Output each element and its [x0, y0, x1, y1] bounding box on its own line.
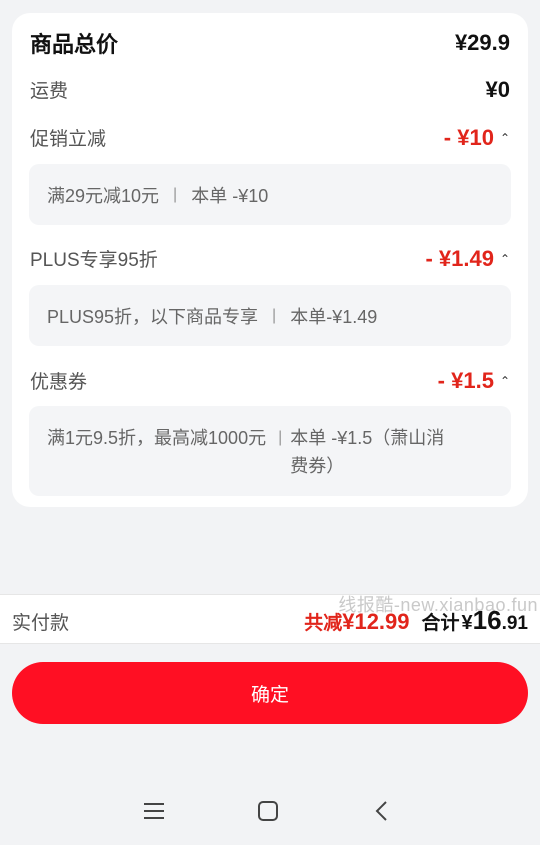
- coupon-detail: 满1元9.5折，最高减1000元 | 本单 -¥1.5（萧山消费券）: [29, 406, 511, 496]
- coupon-value[interactable]: - ¥1.5 ⌃: [438, 368, 510, 394]
- divider: |: [278, 429, 283, 446]
- coupon-label: 优惠券: [30, 372, 88, 393]
- back-icon[interactable]: [366, 798, 396, 824]
- shipping-label: 运费: [30, 81, 69, 102]
- plus-value[interactable]: - ¥1.49 ⌃: [425, 246, 510, 272]
- saved-amount: ¥12.99: [342, 609, 410, 634]
- coupon-row[interactable]: 优惠券 - ¥1.5 ⌃: [30, 367, 510, 394]
- home-icon[interactable]: [253, 798, 283, 824]
- confirm-button[interactable]: 确定: [12, 662, 528, 724]
- promo-amount: - ¥10: [443, 124, 494, 150]
- coupon-detail-saving: 本单 -¥1.5（萧山消费券）: [290, 428, 445, 476]
- chevron-up-icon[interactable]: ⌃: [500, 252, 510, 266]
- promo-label: 促销立减: [30, 129, 107, 150]
- menu-icon[interactable]: [139, 798, 169, 824]
- sum-currency: ¥: [461, 612, 473, 634]
- shipping-row: 运费 ¥0: [30, 76, 510, 103]
- promo-row[interactable]: 促销立减 - ¥10 ⌃: [30, 124, 510, 151]
- plus-detail-saving: 本单-¥1.49: [290, 306, 378, 327]
- promo-detail-saving: 本单 -¥10: [191, 185, 269, 206]
- promo-value[interactable]: - ¥10 ⌃: [444, 125, 510, 151]
- coupon-amount: - ¥1.5: [437, 367, 494, 393]
- divider: |: [272, 306, 277, 324]
- plus-detail: PLUS95折，以下商品专享 | 本单-¥1.49: [29, 285, 511, 346]
- divider: |: [173, 185, 178, 203]
- system-nav-bar: [0, 780, 540, 840]
- plus-label: PLUS专享95折: [30, 250, 158, 271]
- promo-detail: 满29元减10元 | 本单 -¥10: [29, 164, 511, 225]
- payment-label: 实付款: [12, 613, 70, 634]
- sum-label: 合计: [421, 613, 460, 634]
- chevron-up-icon[interactable]: ⌃: [500, 374, 510, 388]
- payment-totals: 共减 ¥12.99 合计 ¥ 16 .91: [304, 605, 528, 636]
- plus-row[interactable]: PLUS专享95折 - ¥1.49 ⌃: [30, 245, 510, 272]
- coupon-detail-rule: 满1元9.5折，最高减1000元: [47, 428, 267, 448]
- sum-decimal: .91: [501, 613, 528, 634]
- plus-detail-rule: PLUS95折，以下商品专享: [47, 306, 259, 327]
- chevron-up-icon[interactable]: ⌃: [500, 131, 510, 145]
- shipping-value: ¥0: [485, 76, 510, 102]
- sum-integer: 16: [472, 605, 502, 635]
- total-label: 商品总价: [30, 32, 119, 57]
- total-value: ¥29.9: [454, 30, 510, 55]
- payment-bar: 线报酷-new.xianbao.fun 实付款 共减 ¥12.99 合计 ¥ 1…: [0, 594, 540, 644]
- promo-detail-rule: 满29元减10元: [47, 185, 160, 206]
- price-detail-card: 商品总价 ¥29.9 运费 ¥0 促销立减 - ¥10 ⌃ 满29元减10元 |…: [12, 13, 528, 507]
- saved-label: 共减: [304, 613, 343, 634]
- total-row: 商品总价 ¥29.9: [30, 27, 510, 59]
- plus-amount: - ¥1.49: [425, 245, 494, 271]
